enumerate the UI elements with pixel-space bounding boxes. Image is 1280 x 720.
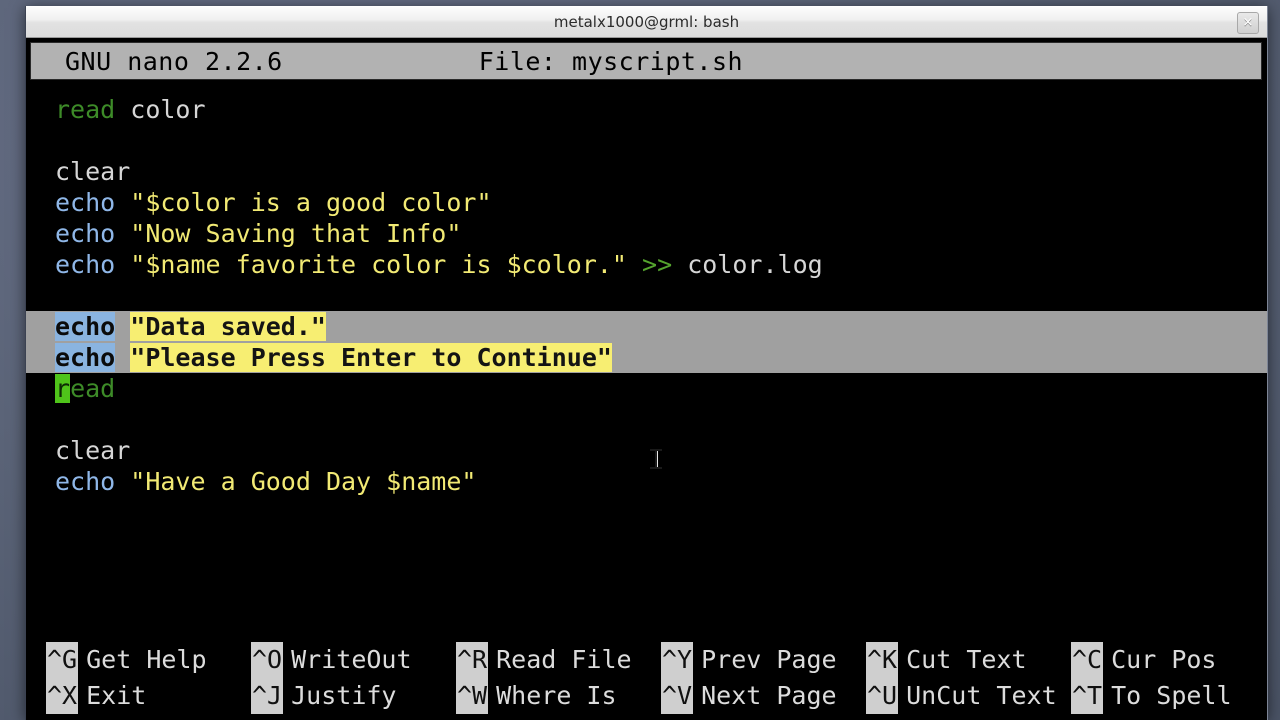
shortcut-key: ^U	[866, 678, 899, 714]
code-token: "Now Saving that Info"	[130, 219, 462, 248]
shortcut-label: Cur Pos	[1111, 645, 1217, 674]
shortcut-label: UnCut Text	[906, 681, 1057, 710]
code-token: color.log	[672, 250, 823, 279]
code-token: "Have a Good Day $name"	[130, 467, 477, 496]
code-token: "$name favorite color is $color."	[130, 250, 627, 279]
code-token: color	[115, 95, 206, 124]
shortcut-label: Prev Page	[701, 645, 837, 674]
shortcut-label: To Spell	[1111, 681, 1232, 710]
editor-line[interactable]	[26, 125, 1267, 156]
shortcut-label: Get Help	[86, 645, 207, 674]
editor-line[interactable]: echo "Data saved."	[26, 311, 1267, 342]
shortcut-key: ^R	[456, 642, 489, 678]
code-token: read	[55, 95, 116, 124]
code-token: echo	[55, 250, 116, 279]
shortcut-key: ^J	[251, 678, 284, 714]
close-icon[interactable]: ×	[1237, 12, 1259, 34]
nano-header-bar: GNU nano 2.2.6 File: myscript.sh	[30, 42, 1262, 80]
code-token: clear	[55, 157, 131, 186]
code-token: "$color is a good color"	[130, 188, 492, 217]
shortcut-prev-page[interactable]: ^Y Prev Page	[661, 642, 837, 678]
shortcut-label: Read File	[496, 645, 632, 674]
code-token: echo	[55, 343, 116, 372]
editor-line[interactable]: clear	[26, 156, 1267, 187]
nano-version-label: GNU nano 2.2.6	[65, 46, 283, 76]
code-token: echo	[55, 219, 116, 248]
code-token: "Data saved."	[130, 312, 326, 341]
editor-line[interactable]	[26, 280, 1267, 311]
editor-line[interactable]: echo "$name favorite color is $color." >…	[26, 249, 1267, 280]
shortcut-where-is[interactable]: ^W Where Is	[456, 678, 617, 714]
code-token: "Please Press Enter to Continue"	[130, 343, 612, 372]
code-token: echo	[55, 467, 116, 496]
shortcut-cut-text[interactable]: ^K Cut Text	[866, 642, 1027, 678]
shortcut-key: ^V	[661, 678, 694, 714]
window-title: metalx1000@grml: bash	[553, 13, 740, 31]
shortcut-key: ^X	[46, 678, 79, 714]
code-token: echo	[55, 312, 116, 341]
shortcut-get-help[interactable]: ^G Get Help	[46, 642, 207, 678]
shortcut-read-file[interactable]: ^R Read File	[456, 642, 632, 678]
shortcut-next-page[interactable]: ^V Next Page	[661, 678, 837, 714]
shortcut-uncut-text[interactable]: ^U UnCut Text	[866, 678, 1057, 714]
editor-line[interactable]: read	[26, 373, 1267, 404]
editor-text-area[interactable]: read color clear echo "$color is a good c…	[26, 80, 1267, 620]
shortcut-label: Exit	[86, 681, 147, 710]
editor-line[interactable]: echo "Please Press Enter to Continue"	[26, 342, 1267, 373]
shortcut-label: WriteOut	[291, 645, 412, 674]
code-token: ead	[70, 374, 116, 403]
shortcut-writeout[interactable]: ^O WriteOut	[251, 642, 412, 678]
editor-line[interactable]	[26, 404, 1267, 435]
editor-line[interactable]: echo "Have a Good Day $name"	[26, 466, 1267, 497]
nano-shortcut-bar: ^G Get Help ^O WriteOut ^R Read File ^Y Prev Pa…	[26, 638, 1267, 720]
shortcut-cur-pos[interactable]: ^C Cur Pos	[1071, 642, 1216, 678]
shortcut-justify[interactable]: ^J Justify	[251, 678, 396, 714]
shortcut-key: ^T	[1071, 678, 1104, 714]
window-titlebar[interactable]: metalx1000@grml: bash ×	[26, 6, 1267, 38]
desktop-background: metalx1000@grml: bash × GNU nano 2.2.6 F…	[0, 0, 1280, 720]
code-token: r	[55, 374, 71, 403]
shortcut-label: Where Is	[496, 681, 617, 710]
shortcut-label: Cut Text	[906, 645, 1027, 674]
code-token: clear	[55, 436, 131, 465]
code-token: >>	[642, 250, 673, 279]
code-token: echo	[55, 188, 116, 217]
shortcut-key: ^G	[46, 642, 79, 678]
editor-line[interactable]: clear	[26, 435, 1267, 466]
shortcut-key: ^W	[456, 678, 489, 714]
editor-lines-container: read color clear echo "$color is a good c…	[26, 94, 1267, 497]
editor-line[interactable]: read color	[26, 94, 1267, 125]
nano-filename-label: File: myscript.sh	[478, 46, 744, 76]
shortcut-key: ^O	[251, 642, 284, 678]
editor-line[interactable]: echo "$color is a good color"	[26, 187, 1267, 218]
shortcut-exit[interactable]: ^X Exit	[46, 678, 146, 714]
shortcut-key: ^Y	[661, 642, 694, 678]
terminal-window: metalx1000@grml: bash × GNU nano 2.2.6 F…	[25, 6, 1268, 720]
shortcut-to-spell[interactable]: ^T To Spell	[1071, 678, 1232, 714]
shortcut-key: ^K	[866, 642, 899, 678]
shortcut-row-primary: ^G Get Help ^O WriteOut ^R Read File ^Y Prev Pa…	[46, 642, 1267, 678]
shortcut-key: ^C	[1071, 642, 1104, 678]
shortcut-label: Justify	[291, 681, 397, 710]
shortcut-row-secondary: ^X Exit ^J Justify ^W Where Is ^V Next Page ^U Un…	[46, 678, 1267, 714]
shortcut-label: Next Page	[701, 681, 837, 710]
editor-line[interactable]: echo "Now Saving that Info"	[26, 218, 1267, 249]
